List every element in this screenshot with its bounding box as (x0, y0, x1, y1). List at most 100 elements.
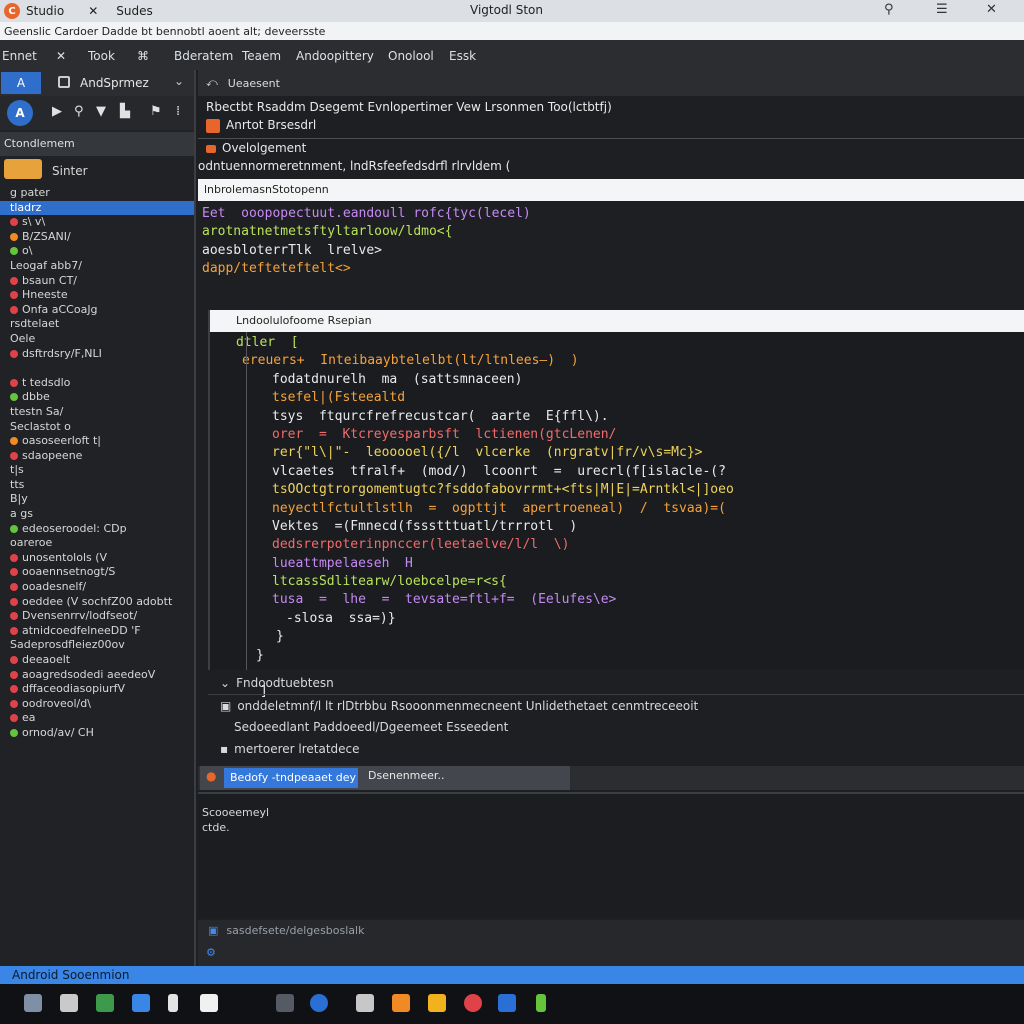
project-tree-item[interactable]: oareroe (0, 536, 194, 551)
lower-row[interactable]: ▣ onddeletmnf/l lt rlDtrbbu Rsooonmenmecn… (208, 694, 1024, 716)
taskbar-sheet-icon[interactable] (96, 994, 114, 1012)
lower-row[interactable]: ⌄ Fndoodtuebtesn (208, 672, 1024, 694)
close-tab-icon[interactable]: ✕ (88, 4, 98, 18)
project-tree-item[interactable]: dsftrdsry/F,NLI (0, 347, 194, 362)
tab-sudes[interactable]: Sudes (116, 4, 152, 18)
project-tree-item[interactable]: oeddee (V sochfZ00 adobtt (0, 595, 194, 610)
project-tree-item-label: Oele (10, 331, 36, 345)
project-tree-item[interactable]: bsaun CT/ (0, 274, 194, 289)
layout-icon[interactable]: ▙ (120, 104, 130, 119)
menu-andoopittery[interactable]: Andoopittery (296, 49, 374, 63)
back-icon[interactable]: ⤺ (206, 76, 218, 90)
lower-row[interactable]: ▪ mertoerer lretatdece (208, 738, 1024, 760)
tab-studio[interactable]: Studio (26, 4, 64, 18)
sidebar-starter[interactable]: Sinter (0, 156, 194, 182)
project-tree-item[interactable]: Onfa aCCoaJg (0, 303, 194, 318)
project-tree-item[interactable]: B|y (0, 492, 194, 507)
taskbar-studio-icon[interactable] (276, 994, 294, 1012)
tab-environment[interactable]: Dsenenmeer.. (368, 769, 444, 782)
taskbar-store-icon[interactable] (498, 994, 516, 1012)
project-tree-item[interactable]: ooadesnelf/ (0, 580, 194, 595)
lower-row[interactable]: Sedoeedlant Paddoeedl/Dgeemeet Esseedent (208, 716, 1024, 738)
taskbar-app2-icon[interactable] (392, 994, 410, 1012)
project-tree-item[interactable]: a gs (0, 507, 194, 522)
taskbar-explorer-icon[interactable] (24, 994, 42, 1012)
project-tree-item[interactable]: aoagredsodedi aeedeoV (0, 668, 194, 683)
project-tree-item[interactable]: s\ v\ (0, 215, 194, 230)
search-bar[interactable]: lnbrolemasnStotopenn (198, 179, 1024, 201)
project-tree-item[interactable] (0, 361, 194, 376)
project-tree-item[interactable]: dbbe (0, 390, 194, 405)
taskbar-files-icon[interactable] (60, 994, 78, 1012)
tab-build[interactable]: Bedofy -tndpeaaet dey (224, 768, 358, 788)
project-tree-item[interactable]: ornod/av/ CH (0, 726, 194, 741)
project-tree-item[interactable]: Seclastot o (0, 420, 194, 435)
project-tree-item-label: ea (22, 711, 36, 725)
console-footer-text: sasdefsete/delgesboslalk (226, 924, 365, 937)
project-view-icon[interactable]: A (1, 72, 41, 94)
taskbar-pen-icon[interactable] (168, 994, 178, 1012)
menu-onolool[interactable]: Onolool (388, 49, 434, 63)
project-tree-item[interactable]: Hneeste (0, 288, 194, 303)
menu-ennet[interactable]: Ennet (2, 49, 37, 63)
menu-command-icon[interactable]: ⌘ (137, 49, 149, 63)
search-icon[interactable]: ⚲ (74, 104, 84, 119)
project-tree-item[interactable]: tladrz (0, 200, 194, 216)
chevron-down-icon[interactable]: ⌄ (174, 74, 184, 88)
project-tree-item[interactable]: ttestn Sa/ (0, 405, 194, 420)
taskbar-android-icon[interactable] (310, 994, 328, 1012)
project-tree-item[interactable]: rsdtelaet (0, 317, 194, 332)
collapse-icon[interactable]: ⌄ (220, 676, 230, 690)
taskbar-shield-icon[interactable] (200, 994, 218, 1012)
menu-icon[interactable]: ☰ (936, 2, 948, 17)
project-tree-item[interactable]: ooaennsetnogt/S (0, 565, 194, 580)
terminal-icon[interactable]: ▣ (208, 924, 218, 937)
flag-icon[interactable]: ⚑ (150, 104, 162, 119)
project-tree-item[interactable]: oodroveol/d\ (0, 697, 194, 712)
menu-cut-icon[interactable]: ✕ (56, 49, 66, 63)
project-tree-item[interactable]: sdaopeene (0, 449, 194, 464)
project-tree-item[interactable]: t tedsdlo (0, 376, 194, 391)
lower-row-text: onddeletmnf/l lt rlDtrbbu Rsooonmenmecne… (237, 699, 699, 713)
taskbar-app-icon[interactable] (356, 994, 374, 1012)
project-tree-item[interactable]: B/ZSANI/ (0, 230, 194, 245)
more-icon[interactable]: ⁞ (176, 104, 180, 119)
menu-bderatem[interactable]: Bderatem (174, 49, 233, 63)
project-tree-item[interactable]: atnidcoedfelneeDD 'F (0, 624, 194, 639)
project-tree-item-label: s\ v\ (22, 215, 46, 229)
project-tree-item[interactable]: ea (0, 711, 194, 726)
filter-icon[interactable]: ▼ (96, 104, 106, 119)
run-icon[interactable]: ▶ (52, 104, 62, 119)
taskbar-chrome-icon[interactable] (464, 994, 482, 1012)
project-tree-item[interactable]: edeoseroodel: CDp (0, 522, 194, 537)
project-tree-item[interactable]: Sadeprosdfleiez00ov (0, 638, 194, 653)
editor-tab[interactable]: Lndoolulofoome Rsepian (210, 310, 1024, 332)
bug-icon: ● (206, 769, 217, 783)
project-tree-item[interactable]: Oele (0, 332, 194, 347)
project-tree-item[interactable]: dffaceodiasopiurfV (0, 682, 194, 697)
project-tree-item[interactable]: Leogaf abb7/ (0, 259, 194, 274)
project-tree-item[interactable]: tts (0, 478, 194, 493)
project-tree-item[interactable]: deeaoelt (0, 653, 194, 668)
taskbar-android-robot-icon[interactable] (536, 994, 546, 1012)
menu-teaem[interactable]: Teaem (242, 49, 281, 63)
project-tree: g pater tladrz s\ v\ B/ZSANI/o\ Leogaf abb7/… (0, 186, 194, 741)
menu-essk[interactable]: Essk (449, 49, 476, 63)
pin-icon[interactable]: ⚲ (884, 2, 894, 17)
taskbar-mail-icon[interactable] (132, 994, 150, 1012)
project-tree-item[interactable]: oasoseerloft t| (0, 434, 194, 449)
menu-took[interactable]: Took (88, 49, 115, 63)
project-selector[interactable]: AndSprmez (80, 76, 149, 90)
project-tree-item[interactable]: t|s (0, 463, 194, 478)
project-tree-item[interactable]: Dvensenrrv/lodfseot/ (0, 609, 194, 624)
code-editor[interactable]: Lndoolulofoome Rsepian dtler [ereuers+ I… (208, 310, 1024, 699)
project-tree-item[interactable]: unosentolols (V (0, 551, 194, 566)
settings-icon[interactable]: ⚙ (206, 946, 216, 959)
window-close-icon[interactable]: ✕ (986, 2, 997, 17)
sidebar-starter-label: Sinter (52, 164, 88, 178)
project-tree-item[interactable]: o\ (0, 244, 194, 259)
run-tab-group[interactable]: ● Bedofy -tndpeaaet dey Dsenenmeer.. (200, 766, 570, 790)
project-tree-item[interactable]: g pater (0, 186, 194, 201)
android-icon[interactable]: A (7, 100, 33, 126)
taskbar-folder-icon[interactable] (428, 994, 446, 1012)
